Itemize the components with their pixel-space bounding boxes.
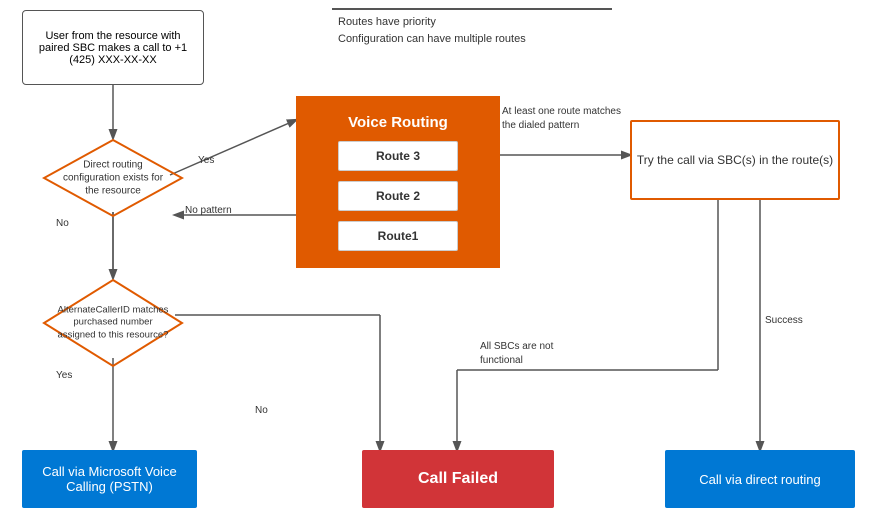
yes2-label: Yes: [56, 370, 72, 381]
diamond1-label: Direct routing configuration exists for …: [56, 159, 170, 198]
diamond2-container: AlternateCallerID matches purchased numb…: [42, 278, 184, 368]
route2-box: Route 2: [338, 181, 458, 211]
all-sbcs-label: All SBCs are not functional: [480, 340, 590, 368]
note-line2: Configuration can have multiple routes: [338, 31, 606, 48]
no2-label: No: [255, 405, 268, 416]
diamond2-label: AlternateCallerID matches purchased numb…: [56, 304, 170, 341]
no-label: No: [56, 218, 69, 229]
try-sbc-box: Try the call via SBC(s) in the route(s): [630, 120, 840, 200]
call-failed-box: Call Failed: [362, 450, 554, 508]
start-cloud: User from the resource with paired SBC m…: [22, 10, 204, 85]
note-line1: Routes have priority: [338, 14, 606, 31]
yes-label: Yes: [198, 155, 214, 166]
call-ms-box: Call via Microsoft Voice Calling (PSTN): [22, 450, 197, 508]
at-least-one-label: At least one route matches the dialed pa…: [502, 105, 622, 133]
call-direct-box: Call via direct routing: [665, 450, 855, 508]
success-label: Success: [765, 315, 803, 326]
diagram: User from the resource with paired SBC m…: [0, 0, 876, 516]
voice-routing-box: Voice Routing Route 3 Route 2 Route1: [296, 96, 500, 268]
route1-box: Route1: [338, 221, 458, 251]
no-pattern-label: No pattern: [185, 205, 232, 216]
diamond1-container: Direct routing configuration exists for …: [42, 138, 184, 218]
route3-box: Route 3: [338, 141, 458, 171]
notes-box: Routes have priority Configuration can h…: [332, 8, 612, 51]
